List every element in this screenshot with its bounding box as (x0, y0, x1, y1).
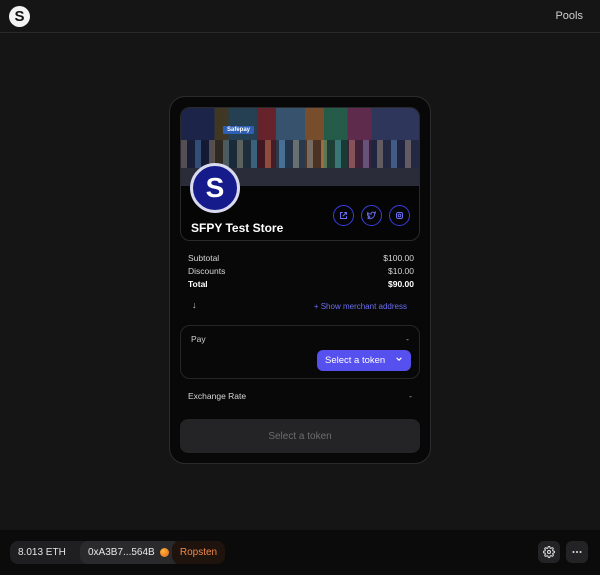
discounts-row: Discounts $10.00 (188, 266, 414, 276)
select-token-label: Select a token (325, 355, 386, 366)
banner-sign: Safepay (223, 126, 255, 134)
subtotal-row: Subtotal $100.00 (188, 253, 414, 263)
wallet-address-button[interactable]: 0xA3B7...564B (80, 541, 180, 564)
nav-pools-link[interactable]: Pools (555, 10, 583, 22)
more-icon (572, 551, 582, 553)
exchange-rate-label: Exchange Rate (188, 391, 247, 401)
settings-button[interactable] (538, 541, 560, 563)
total-value: $90.00 (388, 279, 414, 289)
twitter-icon[interactable] (361, 205, 382, 226)
select-token-button[interactable]: Select a token (317, 350, 411, 371)
top-bar: S Pools (0, 0, 600, 33)
exchange-rate-value: - (409, 391, 412, 401)
total-row: Total $90.00 (188, 279, 414, 289)
discounts-label: Discounts (188, 266, 226, 276)
arrow-down-icon[interactable]: ↓ (192, 300, 197, 310)
app-logo[interactable]: S (9, 6, 30, 27)
instagram-icon[interactable] (389, 205, 410, 226)
checkout-card: Safepay S SFPY Test Store Subtotal $100.… (169, 96, 431, 464)
subtotal-label: Subtotal (188, 253, 220, 263)
eth-balance: 8.013 ETH (18, 547, 66, 558)
store-avatar: S (190, 163, 240, 213)
store-name: SFPY Test Store (191, 221, 284, 235)
wallet-address: 0xA3B7...564B (88, 547, 155, 558)
wallet-identicon-icon (159, 548, 169, 557)
pay-section: Pay - Select a token (180, 325, 420, 379)
more-button[interactable] (566, 541, 588, 563)
external-link-icon[interactable] (333, 205, 354, 226)
pay-label: Pay (191, 334, 206, 344)
store-panel: Safepay S SFPY Test Store (180, 107, 420, 241)
chevron-down-icon (396, 357, 402, 361)
pay-amount: - (406, 334, 409, 344)
total-label: Total (188, 279, 208, 289)
show-merchant-address-link[interactable]: + Show merchant address (314, 302, 407, 311)
submit-select-token-button[interactable]: Select a token (180, 419, 420, 453)
bottom-bar: 8.013 ETH 0xA3B7...564B Ropsten (0, 530, 600, 575)
discounts-value: $10.00 (388, 266, 414, 276)
gear-icon (543, 546, 555, 558)
network-badge: Ropsten (172, 541, 225, 564)
subtotal-value: $100.00 (383, 253, 414, 263)
